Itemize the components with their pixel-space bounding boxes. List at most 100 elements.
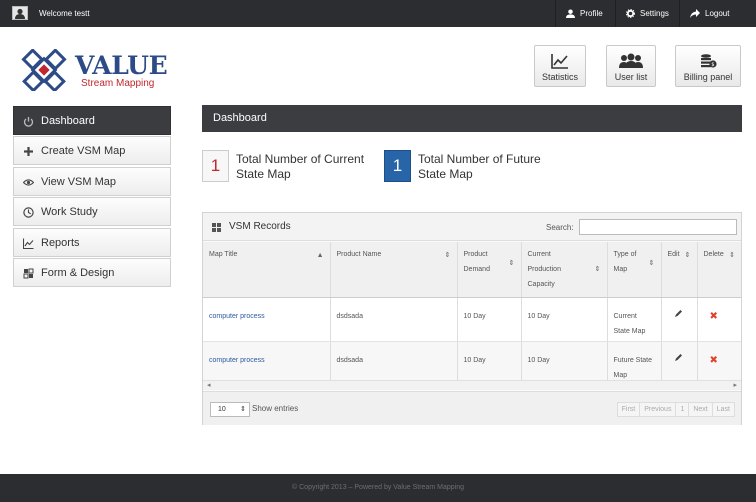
pencil-icon[interactable] [674, 309, 683, 324]
scroll-right-icon[interactable]: ▸ [733, 381, 737, 389]
pager-page-1[interactable]: 1 [676, 402, 690, 417]
money-icon: $ [701, 54, 717, 68]
search-label: Search: [546, 223, 574, 232]
vsm-records-panel: VSM Records Search: Map Title ▲ Product N… [202, 212, 742, 425]
current-state-count: 1 [202, 150, 229, 182]
records-header: VSM Records Search: [203, 213, 741, 241]
sort-icon: ⇕ [444, 252, 451, 259]
scroll-left-icon[interactable]: ◂ [207, 381, 211, 389]
grid-icon [23, 268, 34, 279]
grid-icon [212, 223, 221, 232]
pager-last[interactable]: Last [712, 402, 735, 417]
sidebar-item-create-vsm-map[interactable]: Create VSM Map [13, 136, 171, 166]
col-product-name[interactable]: Product Name ⇕ [330, 242, 458, 298]
sort-icon: ⇕ [594, 266, 601, 273]
share-arrow-icon [690, 9, 700, 19]
sidebar-item-dashboard[interactable]: Dashboard [13, 106, 171, 135]
user-avatar-icon [15, 8, 25, 19]
billing-panel-button[interactable]: $ Billing panel [675, 45, 741, 87]
sidebar-item-form-design[interactable]: Form & Design [13, 257, 171, 287]
statistics-label: Statistics [541, 72, 578, 82]
future-state-stat: 1 Total Number of Future State Map [384, 150, 554, 182]
logo-brand-text: VALUE [75, 51, 168, 80]
page-title: Dashboard [202, 105, 742, 132]
sidebar-item-label: Create VSM Map [41, 145, 126, 158]
col-map-title[interactable]: Map Title ▲ [203, 242, 331, 298]
avatar[interactable] [12, 6, 28, 20]
col-delete[interactable]: Delete ⇕ [697, 242, 741, 298]
sidebar-item-work-study[interactable]: Work Study [13, 197, 171, 227]
future-state-count: 1 [384, 150, 411, 182]
profile-link[interactable]: Profile [555, 0, 603, 27]
sidebar-item-label: Reports [41, 236, 80, 249]
product-name-cell: dsdsada [330, 341, 458, 386]
col-capacity[interactable]: Current Production Capacity ⇕ [521, 242, 608, 298]
table-row: computer process dsdsada 10 Day 10 Day F… [203, 341, 741, 386]
table-row: computer process dsdsada 10 Day 10 Day C… [203, 297, 741, 342]
group-icon [619, 53, 643, 68]
pagination: First Previous 1 Next Last [616, 402, 735, 417]
sidebar-item-view-vsm-map[interactable]: View VSM Map [13, 166, 171, 196]
chart-icon [23, 238, 34, 249]
col-product-demand[interactable]: Product Demand ⇕ [457, 242, 522, 298]
sort-icon: ⇕ [729, 252, 735, 259]
sidebar-nav: Dashboard Create VSM Map View VSM Map Wo… [13, 106, 171, 288]
table-header-row: Map Title ▲ Product Name ⇕ Product Demand ⇕… [203, 242, 741, 298]
line-chart-icon [551, 54, 568, 69]
search-input[interactable] [579, 219, 737, 235]
user-icon [566, 9, 575, 19]
profile-label: Profile [580, 9, 603, 18]
map-title-link[interactable]: computer process [203, 341, 331, 386]
welcome-text: Welcome testt [39, 9, 90, 18]
horizontal-scrollbar[interactable]: ◂ ▸ [203, 380, 741, 390]
logout-label: Logout [705, 9, 730, 18]
table-footer: 10 ⇕ Show entries First Previous 1 Next … [203, 391, 741, 425]
capacity-cell: 10 Day [521, 297, 608, 342]
pencil-icon[interactable] [674, 353, 683, 368]
product-name-cell: dsdsada [330, 297, 458, 342]
demand-cell: 10 Day [457, 297, 522, 342]
sidebar-item-label: Form & Design [41, 266, 115, 279]
settings-label: Settings [640, 9, 669, 18]
pager-previous[interactable]: Previous [640, 402, 677, 417]
pager-next[interactable]: Next [689, 402, 713, 417]
billing-panel-label: Billing panel [683, 72, 733, 82]
user-list-button[interactable]: User list [606, 45, 656, 87]
col-edit[interactable]: Edit ⇕ [661, 242, 698, 298]
logo-subtitle: Stream Mapping [81, 78, 155, 89]
gear-icon [626, 9, 635, 19]
delete-x-icon[interactable]: ✖ [710, 353, 718, 368]
user-list-label: User list [614, 72, 648, 82]
sort-asc-icon: ▲ [316, 252, 324, 259]
sidebar-item-label: View VSM Map [41, 175, 116, 188]
edit-cell [661, 297, 698, 342]
delete-x-icon[interactable]: ✖ [710, 309, 718, 324]
col-type-of-map[interactable]: Type of Map ⇕ [607, 242, 662, 298]
sort-icon: ⇕ [508, 260, 515, 267]
records-table: Map Title ▲ Product Name ⇕ Product Demand ⇕… [203, 242, 741, 386]
page-size-select[interactable]: 10 ⇕ [210, 402, 250, 417]
show-entries-label: Show entries [252, 404, 299, 413]
current-state-stat: 1 Total Number of Current State Map [202, 150, 372, 182]
type-cell: Current State Map [607, 297, 662, 342]
settings-link[interactable]: Settings [615, 0, 669, 27]
updown-icon: ⇕ [240, 406, 246, 413]
svg-text:$: $ [711, 62, 714, 68]
brand-logo[interactable]: VALUE Stream Mapping [13, 49, 173, 91]
delete-cell: ✖ [697, 297, 741, 342]
map-title-link[interactable]: computer process [203, 297, 331, 342]
demand-cell: 10 Day [457, 341, 522, 386]
sidebar-item-label: Work Study [41, 206, 98, 219]
logout-link[interactable]: Logout [679, 0, 729, 27]
sort-icon: ⇕ [684, 252, 691, 259]
sort-icon: ⇕ [648, 260, 655, 267]
statistics-button[interactable]: Statistics [534, 45, 586, 87]
page-footer: © Copyright 2013 – Powered by Value Stre… [0, 474, 756, 502]
capacity-cell: 10 Day [521, 341, 608, 386]
vsm-logo-icon [21, 49, 67, 91]
sidebar-item-reports[interactable]: Reports [13, 227, 171, 257]
pager-first[interactable]: First [616, 402, 641, 417]
sidebar-item-label: Dashboard [41, 115, 95, 127]
clock-icon [23, 207, 34, 218]
edit-cell [661, 341, 698, 386]
